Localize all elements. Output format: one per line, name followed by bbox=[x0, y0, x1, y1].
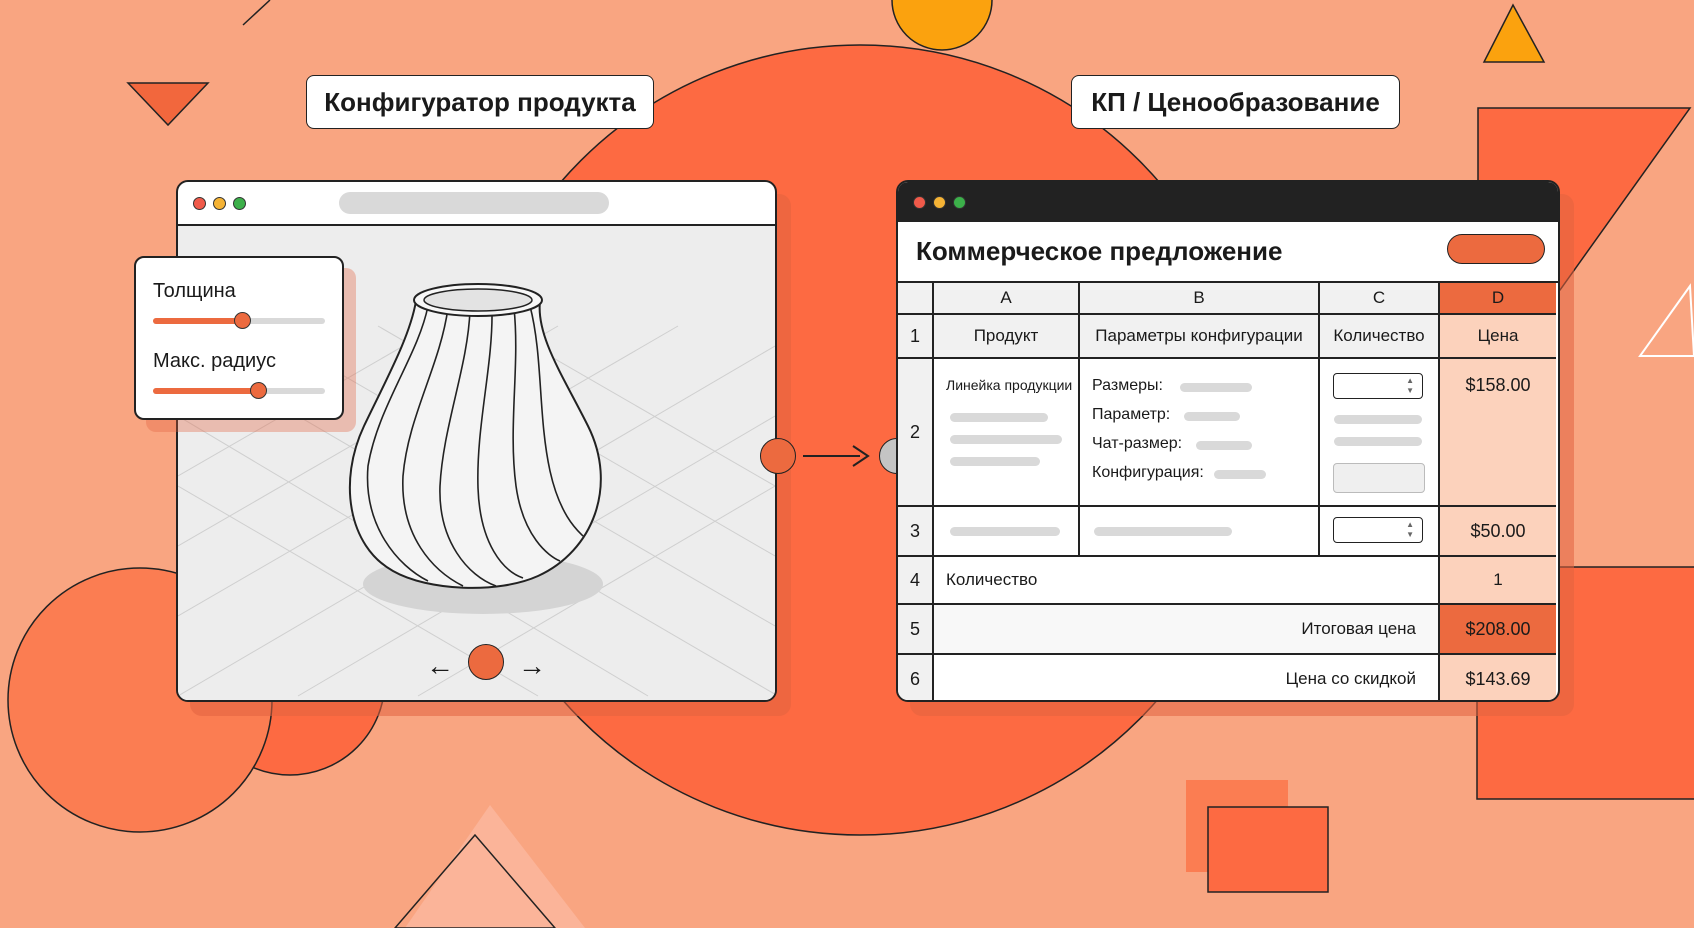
placeholder-line bbox=[1196, 441, 1252, 450]
maximize-dot[interactable] bbox=[233, 197, 246, 210]
header-product: Продукт bbox=[934, 315, 1080, 359]
corner-cell bbox=[898, 283, 934, 315]
header-price: Цена bbox=[1440, 315, 1556, 359]
pricing-label: КП / Ценообразование bbox=[1071, 75, 1400, 129]
stepper-up-icon[interactable]: ▲ bbox=[1406, 377, 1414, 385]
slider-label-max-radius: Макс. радиус bbox=[153, 350, 276, 372]
params-cell[interactable] bbox=[1080, 507, 1320, 557]
row-number: 1 bbox=[898, 315, 934, 359]
slider-thumb[interactable] bbox=[234, 312, 252, 329]
minimize-dot[interactable] bbox=[213, 197, 226, 210]
column-header[interactable]: A bbox=[934, 283, 1080, 315]
arrow-left-icon[interactable]: ← bbox=[426, 652, 454, 680]
product-cell[interactable] bbox=[934, 507, 1080, 557]
quote-table: A B C D 1 Продукт Параметры конфигурации… bbox=[898, 281, 1558, 700]
placeholder-line bbox=[1184, 412, 1240, 421]
maximize-dot[interactable] bbox=[953, 196, 966, 209]
title-bar bbox=[898, 182, 1558, 222]
quote-window: Коммерческое предложение A B C D 1 Проду… bbox=[896, 180, 1560, 702]
empty-input[interactable] bbox=[1333, 463, 1425, 493]
quote-title: Коммерческое предложение bbox=[916, 236, 1283, 266]
close-dot[interactable] bbox=[913, 196, 926, 209]
discount-price: $143.69 bbox=[1440, 655, 1556, 700]
product-cell[interactable]: Линейка продукции bbox=[934, 359, 1080, 507]
param-label: Параметр: bbox=[1092, 406, 1171, 423]
qty-cell[interactable]: ▲ ▼ bbox=[1320, 507, 1440, 557]
header-params: Параметры конфигурации bbox=[1080, 315, 1320, 359]
placeholder-line bbox=[1214, 470, 1266, 479]
slider-fill bbox=[153, 388, 258, 394]
thickness-slider[interactable] bbox=[153, 312, 325, 329]
placeholder-line bbox=[950, 413, 1048, 422]
row-number: 6 bbox=[898, 655, 934, 700]
param-label: Чат-размер: bbox=[1092, 435, 1183, 452]
rotate-knob[interactable] bbox=[468, 644, 504, 680]
placeholder-line bbox=[950, 435, 1062, 444]
address-bar[interactable] bbox=[339, 192, 609, 214]
slider-thumb[interactable] bbox=[249, 382, 267, 399]
column-header[interactable]: B bbox=[1080, 283, 1320, 315]
slider-label-thickness: Толщина bbox=[153, 280, 236, 302]
stepper-up-icon[interactable]: ▲ bbox=[1406, 521, 1414, 529]
minimize-dot[interactable] bbox=[933, 196, 946, 209]
max-radius-slider[interactable] bbox=[153, 382, 325, 399]
configurator-label: Конфигуратор продукта bbox=[306, 75, 654, 129]
total-label-cell: Итоговая цена bbox=[934, 605, 1440, 655]
stepper-down-icon[interactable]: ▼ bbox=[1406, 387, 1414, 395]
price-cell: $158.00 bbox=[1440, 359, 1556, 507]
row-number: 5 bbox=[898, 605, 934, 655]
row-number: 2 bbox=[898, 359, 934, 507]
slider-fill bbox=[153, 318, 243, 324]
output-connector[interactable] bbox=[760, 438, 796, 474]
total-price: $208.00 bbox=[1440, 605, 1556, 655]
params-cell[interactable]: Размеры: Параметр: Чат-размер: Конфигура… bbox=[1080, 359, 1320, 507]
stepper-down-icon[interactable]: ▼ bbox=[1406, 531, 1414, 539]
param-label: Размеры: bbox=[1092, 377, 1163, 394]
column-header[interactable]: C bbox=[1320, 283, 1440, 315]
qty-cell[interactable]: ▲ ▼ bbox=[1320, 359, 1440, 507]
close-dot[interactable] bbox=[193, 197, 206, 210]
placeholder-line bbox=[950, 457, 1040, 466]
header-qty: Количество bbox=[1320, 315, 1440, 359]
discount-label-cell: Цена со скидкой bbox=[934, 655, 1440, 700]
placeholder-line bbox=[1094, 527, 1232, 536]
action-button[interactable] bbox=[1447, 234, 1545, 264]
placeholder-line bbox=[1334, 437, 1422, 446]
param-label: Конфигурация: bbox=[1092, 464, 1204, 481]
column-header-price[interactable]: D bbox=[1440, 283, 1556, 315]
arrow-right-icon[interactable]: → bbox=[518, 652, 546, 680]
product-line: Линейка продукции bbox=[946, 377, 1073, 393]
quantity-stepper[interactable]: ▲ ▼ bbox=[1333, 373, 1423, 399]
quantity-label-cell: Количество bbox=[934, 557, 1440, 605]
row-number: 4 bbox=[898, 557, 934, 605]
parameters-panel: Толщина Макс. радиус bbox=[134, 256, 344, 420]
placeholder-line bbox=[1180, 383, 1252, 392]
price-cell: $50.00 bbox=[1440, 507, 1556, 557]
placeholder-line bbox=[1334, 415, 1422, 424]
quantity-value[interactable]: 1 bbox=[1440, 557, 1556, 605]
row-number: 3 bbox=[898, 507, 934, 557]
placeholder-line bbox=[950, 527, 1060, 536]
quantity-stepper[interactable]: ▲ ▼ bbox=[1333, 517, 1423, 543]
